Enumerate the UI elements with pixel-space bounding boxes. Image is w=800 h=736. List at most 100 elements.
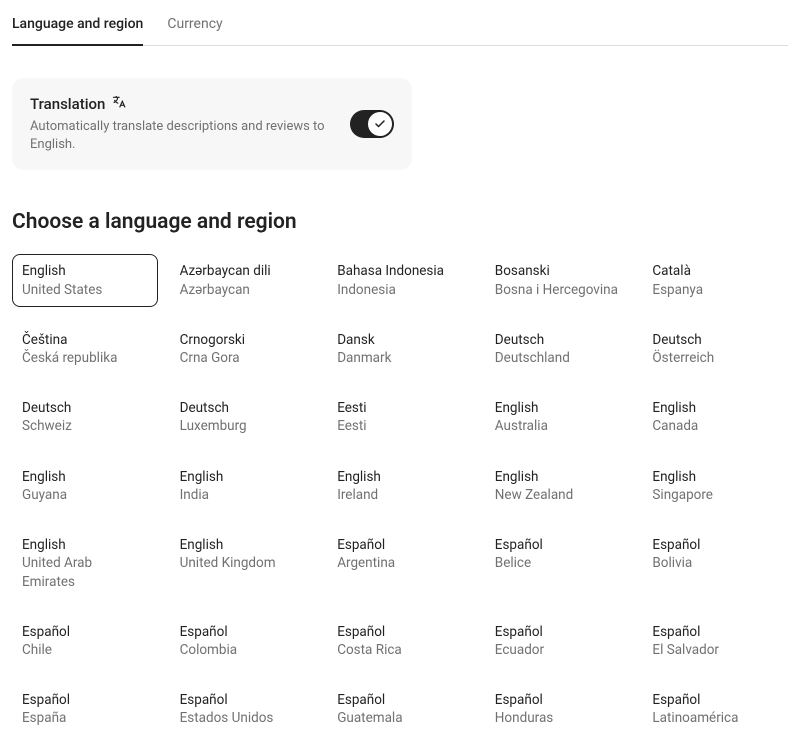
language-option[interactable]: CatalàEspanya xyxy=(642,254,788,306)
language-option[interactable]: EspañolColombia xyxy=(170,615,316,667)
language-option[interactable]: EspañolEcuador xyxy=(485,615,631,667)
language-name: Español xyxy=(652,691,778,709)
language-region: Canada xyxy=(652,417,778,435)
language-option[interactable]: DanskDanmark xyxy=(327,323,473,375)
language-region: Česká republika xyxy=(22,349,148,367)
language-option[interactable]: EspañolArgentina xyxy=(327,528,473,599)
language-region: Deutschland xyxy=(495,349,621,367)
language-option[interactable]: DeutschDeutschland xyxy=(485,323,631,375)
language-option[interactable]: EspañolEspaña xyxy=(12,683,158,735)
language-region: Bolivia xyxy=(652,554,778,572)
translation-description: Automatically translate descriptions and… xyxy=(30,118,334,154)
language-name: Deutsch xyxy=(495,331,621,349)
language-name: Español xyxy=(337,691,463,709)
language-name: English xyxy=(652,468,778,486)
language-option[interactable]: DeutschLuxemburg xyxy=(170,391,316,443)
language-option[interactable]: EspañolEstados Unidos xyxy=(170,683,316,735)
language-name: Deutsch xyxy=(652,331,778,349)
language-option[interactable]: EspañolBelice xyxy=(485,528,631,599)
language-name: Deutsch xyxy=(22,399,148,417)
language-option[interactable]: EnglishAustralia xyxy=(485,391,631,443)
language-option[interactable]: EspañolBolivia xyxy=(642,528,788,599)
language-name: Deutsch xyxy=(180,399,306,417)
language-name: Čeština xyxy=(22,331,148,349)
language-name: English xyxy=(180,468,306,486)
language-region: Espanya xyxy=(652,281,778,299)
language-option[interactable]: BosanskiBosna i Hercegovina xyxy=(485,254,631,306)
language-region: New Zealand xyxy=(495,486,621,504)
language-name: English xyxy=(652,399,778,417)
language-option[interactable]: EspañolEl Salvador xyxy=(642,615,788,667)
language-region: India xyxy=(180,486,306,504)
language-name: Español xyxy=(495,691,621,709)
tab-currency[interactable]: Currency xyxy=(167,10,222,46)
language-option[interactable]: EestiEesti xyxy=(327,391,473,443)
language-name: English xyxy=(22,536,148,554)
language-option[interactable]: EnglishIreland xyxy=(327,460,473,512)
check-icon xyxy=(374,118,386,130)
language-name: Español xyxy=(495,536,621,554)
language-option[interactable]: Bahasa IndonesiaIndonesia xyxy=(327,254,473,306)
language-region: Latinoamérica xyxy=(652,709,778,727)
tabs: Language and region Currency xyxy=(12,0,788,46)
language-option[interactable]: EspañolCosta Rica xyxy=(327,615,473,667)
language-region: Schweiz xyxy=(22,417,148,435)
language-region: Chile xyxy=(22,641,148,659)
language-option[interactable]: EnglishIndia xyxy=(170,460,316,512)
language-name: Crnogorski xyxy=(180,331,306,349)
language-region: Ecuador xyxy=(495,641,621,659)
language-region: Danmark xyxy=(337,349,463,367)
language-region: Australia xyxy=(495,417,621,435)
language-option[interactable]: EnglishUnited Kingdom xyxy=(170,528,316,599)
language-name: Español xyxy=(652,623,778,641)
language-name: Eesti xyxy=(337,399,463,417)
translation-text: Translation Automatically translate desc… xyxy=(30,94,334,154)
language-region: Eesti xyxy=(337,417,463,435)
language-region: Azərbaycan xyxy=(180,281,306,299)
language-region: Österreich xyxy=(652,349,778,367)
toggle-knob xyxy=(368,112,392,136)
language-name: Bahasa Indonesia xyxy=(337,262,463,280)
language-name: Bosanski xyxy=(495,262,621,280)
language-region: Bosna i Hercegovina xyxy=(495,281,621,299)
language-region: Belice xyxy=(495,554,621,572)
language-option[interactable]: EspañolGuatemala xyxy=(327,683,473,735)
language-grid: EnglishUnited StatesAzərbaycan diliAzərb… xyxy=(12,254,788,735)
language-option[interactable]: EnglishNew Zealand xyxy=(485,460,631,512)
language-option[interactable]: EspañolChile xyxy=(12,615,158,667)
language-name: Español xyxy=(22,691,148,709)
language-option[interactable]: EnglishUnited States xyxy=(12,254,158,306)
language-name: Azərbaycan dili xyxy=(180,262,306,280)
language-option[interactable]: Azərbaycan diliAzərbaycan xyxy=(170,254,316,306)
language-option[interactable]: EspañolHonduras xyxy=(485,683,631,735)
language-region: Honduras xyxy=(495,709,621,727)
language-option[interactable]: EspañolLatinoamérica xyxy=(642,683,788,735)
tab-language-region[interactable]: Language and region xyxy=(12,10,143,46)
language-option[interactable]: EnglishSingapore xyxy=(642,460,788,512)
language-region: Indonesia xyxy=(337,281,463,299)
language-option[interactable]: DeutschÖsterreich xyxy=(642,323,788,375)
language-option[interactable]: ČeštinaČeská republika xyxy=(12,323,158,375)
translation-title-label: Translation xyxy=(30,95,105,113)
language-region: United States xyxy=(22,281,148,299)
language-region: United Kingdom xyxy=(180,554,306,572)
language-option[interactable]: CrnogorskiCrna Gora xyxy=(170,323,316,375)
language-region: Singapore xyxy=(652,486,778,504)
language-region: España xyxy=(22,709,148,727)
language-option[interactable]: EnglishUnited Arab Emirates xyxy=(12,528,158,599)
language-region: Guatemala xyxy=(337,709,463,727)
language-name: English xyxy=(22,262,148,280)
language-name: Español xyxy=(337,623,463,641)
language-name: Español xyxy=(180,691,306,709)
language-name: Español xyxy=(337,536,463,554)
language-name: Español xyxy=(180,623,306,641)
language-option[interactable]: EnglishGuyana xyxy=(12,460,158,512)
language-name: English xyxy=(22,468,148,486)
language-name: English xyxy=(495,399,621,417)
language-name: English xyxy=(337,468,463,486)
language-option[interactable]: EnglishCanada xyxy=(642,391,788,443)
language-name: Català xyxy=(652,262,778,280)
translation-toggle[interactable] xyxy=(350,110,394,138)
language-option[interactable]: DeutschSchweiz xyxy=(12,391,158,443)
language-region: El Salvador xyxy=(652,641,778,659)
